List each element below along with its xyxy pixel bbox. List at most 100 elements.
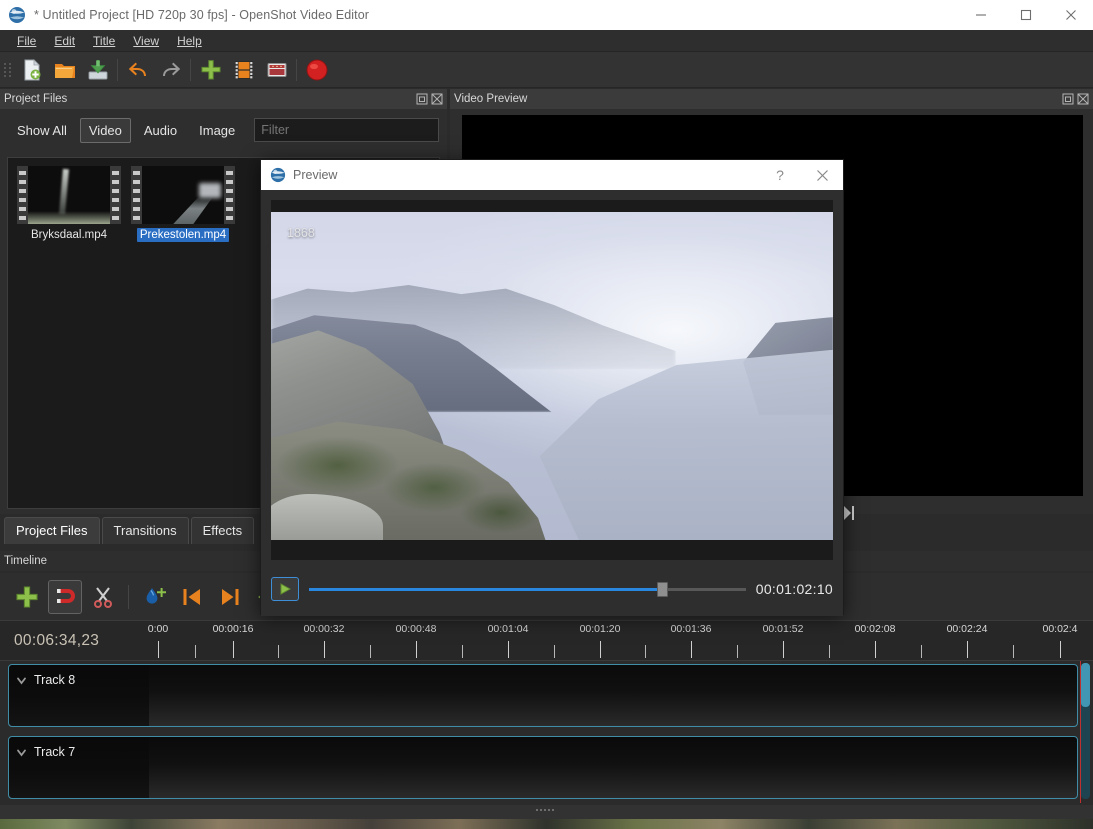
timeline-timecode: 00:06:34,23 <box>14 632 99 650</box>
track-header[interactable]: Track 8 <box>9 665 149 726</box>
close-icon[interactable] <box>801 160 843 190</box>
window-resize-grip[interactable] <box>536 809 558 813</box>
tab-effects[interactable]: Effects <box>191 517 255 544</box>
desktop-wallpaper <box>0 819 1093 829</box>
menu-title-label: Title <box>93 34 115 48</box>
track-header[interactable]: Track 7 <box>9 737 149 798</box>
preview-timecode: 00:01:02:10 <box>756 581 833 597</box>
close-panel-icon[interactable] <box>1077 93 1089 105</box>
ruler-label: 00:01:04 <box>488 623 529 635</box>
ruler-label: 00:02:24 <box>947 623 988 635</box>
next-marker-icon[interactable] <box>843 504 855 522</box>
razor-tool-button[interactable] <box>86 580 120 614</box>
toolbar-separator <box>117 59 118 81</box>
openshot-window: * Untitled Project [HD 720p 30 fps] - Op… <box>0 0 1093 829</box>
thumbnail-image <box>142 166 224 224</box>
float-panel-icon[interactable] <box>416 93 428 105</box>
add-track-button[interactable] <box>10 580 44 614</box>
preview-dialog: Preview ? 1868 <box>260 159 844 615</box>
ruler-tick <box>967 641 968 658</box>
menu-help-label: Help <box>177 34 202 48</box>
ruler-tick <box>324 641 325 658</box>
menu-view[interactable]: View <box>124 32 168 50</box>
maximize-icon[interactable] <box>1003 0 1048 30</box>
new-project-icon[interactable] <box>15 55 48 85</box>
next-marker-button[interactable] <box>213 580 247 614</box>
redo-icon[interactable] <box>154 55 187 85</box>
add-marker-button[interactable] <box>137 580 171 614</box>
menu-view-label: View <box>133 34 159 48</box>
choose-profile-icon[interactable] <box>227 55 260 85</box>
project-files-dock-header: Project Files <box>0 89 447 109</box>
ruler-tick-minor <box>462 645 463 658</box>
import-files-icon[interactable] <box>194 55 227 85</box>
project-files-dock-tools <box>416 93 447 105</box>
vertical-scrollbar-thumb[interactable] <box>1081 663 1090 707</box>
preview-dialog-body: 1868 00:01:02:10 <box>261 190 843 616</box>
export-video-icon[interactable] <box>300 55 333 85</box>
undo-icon[interactable] <box>121 55 154 85</box>
file-thumbnail[interactable] <box>131 166 235 224</box>
film-sprockets-left-icon <box>17 166 28 224</box>
timeline-ruler[interactable]: 00:06:34,23 0:00 00:00:16 00:00:32 00:00… <box>0 621 1093 661</box>
filter-show-all[interactable]: Show All <box>8 118 76 143</box>
minimize-icon[interactable] <box>958 0 1003 30</box>
project-files-panel-title: Project Files <box>0 93 67 105</box>
seek-slider[interactable] <box>309 579 746 599</box>
menu-file[interactable]: File <box>8 32 45 50</box>
timeline-panel-title: Timeline <box>0 555 47 567</box>
menu-edit[interactable]: Edit <box>45 32 84 50</box>
fullscreen-icon[interactable] <box>260 55 293 85</box>
seek-handle[interactable] <box>657 582 668 597</box>
menu-title[interactable]: Title <box>84 32 124 50</box>
ruler-tick <box>1060 641 1061 658</box>
tab-transitions[interactable]: Transitions <box>102 517 189 544</box>
ruler-label: 00:01:52 <box>763 623 804 635</box>
video-preview-panel-title: Video Preview <box>450 93 527 105</box>
track-row[interactable]: Track 8 <box>8 664 1078 727</box>
ruler-tick-minor <box>554 645 555 658</box>
file-thumbnail[interactable] <box>17 166 121 224</box>
previous-marker-button[interactable] <box>175 580 209 614</box>
list-item[interactable]: Prekestolen.mp4 <box>130 166 236 242</box>
ruler-label: 00:00:32 <box>304 623 345 635</box>
video-frame-image <box>271 212 833 540</box>
save-project-icon[interactable] <box>81 55 114 85</box>
ruler-tick <box>416 641 417 658</box>
play-button[interactable] <box>271 577 299 601</box>
snapping-toggle-button[interactable] <box>48 580 82 614</box>
close-panel-icon[interactable] <box>431 93 443 105</box>
ruler-tick-minor <box>278 645 279 658</box>
ruler-tick-minor <box>645 645 646 658</box>
preview-video-surface[interactable]: 1868 <box>271 200 833 560</box>
filter-image[interactable]: Image <box>190 118 244 143</box>
chevron-down-icon[interactable] <box>15 746 28 759</box>
menu-help[interactable]: Help <box>168 32 211 50</box>
list-item[interactable]: Bryksdaal.mp4 <box>16 166 122 242</box>
film-sprockets-left-icon <box>131 166 142 224</box>
filter-audio[interactable]: Audio <box>135 118 186 143</box>
tab-project-files[interactable]: Project Files <box>4 517 100 544</box>
ruler-tick-minor <box>370 645 371 658</box>
file-name: Bryksdaal.mp4 <box>28 228 110 242</box>
ruler-label: 0:00 <box>148 623 168 635</box>
thumbnail-image <box>28 166 110 224</box>
float-panel-icon[interactable] <box>1062 93 1074 105</box>
track-row[interactable]: Track 7 <box>8 736 1078 799</box>
close-icon[interactable] <box>1048 0 1093 30</box>
video-preview-dock-header: Video Preview <box>450 89 1093 109</box>
ruler-label: 00:01:36 <box>671 623 712 635</box>
ruler-tick-minor <box>1013 645 1014 658</box>
open-project-icon[interactable] <box>48 55 81 85</box>
ruler-tick-minor <box>195 645 196 658</box>
filter-video[interactable]: Video <box>80 118 131 143</box>
timeline-vertical-scrollbar[interactable] <box>1081 663 1090 799</box>
main-toolbar <box>0 52 1093 88</box>
timeline-tracks-area[interactable]: Track 8 Track 7 <box>0 661 1093 803</box>
filter-input[interactable] <box>254 118 439 142</box>
help-button[interactable]: ? <box>759 160 801 190</box>
toolbar-drag-handle[interactable] <box>3 59 12 81</box>
toolbar-separator <box>296 59 297 81</box>
chevron-down-icon[interactable] <box>15 674 28 687</box>
ruler-label: 00:02:08 <box>855 623 896 635</box>
